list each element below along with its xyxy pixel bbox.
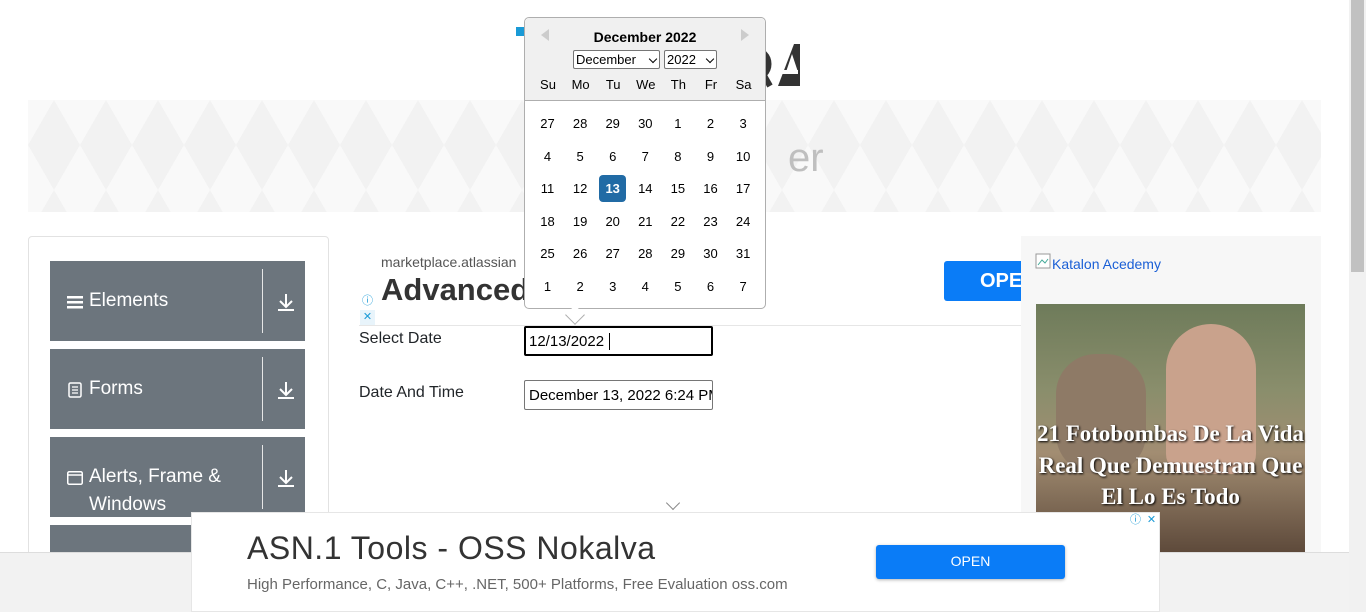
day-name: Mo [571,77,590,92]
year-select[interactable]: 2022 [664,50,717,69]
calendar-day[interactable]: 7 [632,143,659,170]
calendar-day[interactable]: 25 [534,240,561,267]
calendar-day[interactable]: 30 [632,110,659,137]
sidebar-group-alerts-frame-windows[interactable]: Alerts, Frame & Windows [50,437,305,517]
month-select-value: December [576,52,636,67]
close-ad-icon[interactable]: ✕ [360,310,375,325]
calendar-day[interactable]: 24 [730,208,757,235]
datepicker-header: December 2022 December 2022 Su Mo Tu We Th Fr… [525,18,765,101]
day-name: Th [670,77,686,92]
calendar-day[interactable]: 13 [599,175,627,203]
date-and-time-label: Date And Time [359,384,464,401]
page-root: er Elements Forms Alerts, Frame & Window… [0,0,1366,612]
close-ad-icon[interactable]: ✕ [1144,513,1159,528]
top-ad-open-button[interactable]: OPE [944,261,1024,301]
bottom-ad-description: High Performance, C, Java, C++, .NET, 50… [247,576,788,593]
calendar-day[interactable]: 26 [567,240,594,267]
day-name: We [636,77,656,92]
calendar-day[interactable]: 23 [697,208,724,235]
calendar-day[interactable]: 4 [632,273,659,300]
calendar-day[interactable]: 10 [730,143,757,170]
bottom-ad-title: ASN.1 Tools - OSS Nokalva [247,530,656,566]
download-icon [278,382,294,399]
bottom-ad-open-button[interactable]: OPEN [876,545,1065,579]
top-ad-headline: Advanced [381,272,530,307]
calendar-day[interactable]: 11 [534,175,561,202]
chevron-down-icon [648,54,658,64]
next-month-icon[interactable] [741,29,749,41]
separator [262,445,263,509]
month-select[interactable]: December [573,50,660,69]
calendar-day[interactable]: 14 [632,175,659,202]
calendar-day[interactable]: 3 [730,110,757,137]
separator [262,357,263,421]
day-name: Tu [605,77,621,92]
day-name: Sa [735,77,752,92]
katalon-academy-link[interactable]: Katalon Acedemy [1052,256,1161,272]
select-date-label: Select Date [359,330,442,347]
calendar-day[interactable]: 27 [599,240,626,267]
calendar-day[interactable]: 2 [567,273,594,300]
download-icon [278,294,294,311]
sidebar-group-forms[interactable]: Forms [50,349,305,429]
calendar-day[interactable]: 20 [599,208,626,235]
calendar-day[interactable]: 1 [664,110,691,137]
text-caret [609,333,610,350]
calendar-day[interactable]: 9 [697,143,724,170]
separator [262,269,263,333]
document-icon [68,382,82,398]
calendar-day[interactable]: 28 [632,240,659,267]
calendar-day[interactable]: 4 [534,143,561,170]
sidebar-group-label: Elements [89,290,169,311]
calendar-day[interactable]: 12 [567,175,594,202]
calendar-day[interactable]: 30 [697,240,724,267]
day-name: Su [540,77,556,92]
calendar-day[interactable]: 1 [534,273,561,300]
banner-title: er [788,136,824,180]
chevron-down-icon [705,54,715,64]
calendar-day[interactable]: 27 [534,110,561,137]
calendar-day[interactable]: 18 [534,208,561,235]
datepicker-title: December 2022 [593,29,697,45]
calendar-day[interactable]: 31 [730,240,757,267]
calendar-day[interactable]: 21 [632,208,659,235]
calendar-day[interactable]: 7 [730,273,757,300]
chevron-down-icon[interactable] [665,495,681,511]
sidebar-group-elements[interactable]: Elements [50,261,305,341]
calendar-day[interactable]: 17 [730,175,757,202]
date-and-time-input[interactable]: December 13, 2022 6:24 PM [524,380,713,410]
calendar-day[interactable]: 5 [567,143,594,170]
calendar-day[interactable]: 2 [697,110,724,137]
window-icon [67,471,83,485]
day-name: Fr [704,77,718,92]
calendar-day[interactable]: 8 [664,143,691,170]
calendar-day[interactable]: 19 [567,208,594,235]
sidebar-group-label: Alerts, Frame & Windows [89,466,221,515]
hamburger-icon [67,296,83,309]
adchoices-icon[interactable]: ⓘ [1128,513,1143,528]
download-icon [278,470,294,487]
right-ad-caption: 21 Fotobombas De La Vida Real Que Demues… [1036,421,1305,509]
select-date-input[interactable]: 12/13/2022 [524,326,713,356]
calendar-day[interactable]: 15 [664,175,691,202]
calendar-day[interactable]: 6 [697,273,724,300]
calendar-day[interactable]: 29 [664,240,691,267]
calendar-day[interactable]: 3 [599,273,626,300]
calendar-day[interactable]: 16 [697,175,724,202]
sidebar-group-label: Forms [89,378,143,399]
calendar-day[interactable]: 29 [599,110,626,137]
calendar-day[interactable]: 22 [664,208,691,235]
year-select-value: 2022 [667,52,696,67]
scrollbar-thumb[interactable] [1351,0,1364,272]
top-ad-url: marketplace.atlassian [381,254,517,270]
adchoices-icon[interactable]: ⓘ [360,294,375,309]
broken-image-icon [1035,253,1051,269]
calendar-day[interactable]: 6 [599,143,626,170]
datepicker-popup: December 2022 December 2022 Su Mo Tu We Th Fr… [524,17,766,325]
calendar-day[interactable]: 28 [567,110,594,137]
calendar-day[interactable]: 5 [664,273,691,300]
